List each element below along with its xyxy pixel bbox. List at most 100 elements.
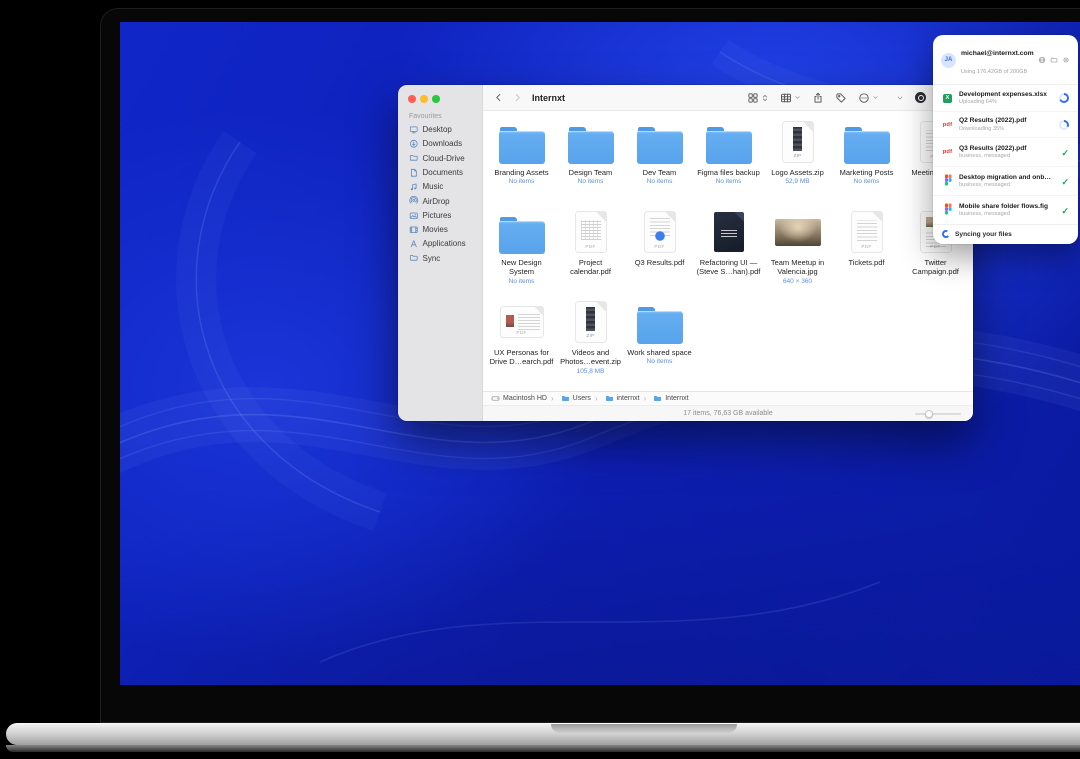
sync-item[interactable]: Q2 Results (2022).pdf Downloading 35% (933, 111, 1078, 137)
file-item[interactable]: Work shared space No items (625, 299, 694, 389)
breadcrumb-separator: › (644, 394, 647, 403)
account-email: michael@internxt.com (961, 50, 1034, 57)
file-name: Logo Assets.zip (765, 168, 830, 177)
sync-status-icon (1058, 172, 1069, 190)
sidebar-item-label: Downloads (423, 139, 463, 148)
more-actions-button[interactable] (858, 92, 879, 104)
gear-icon[interactable] (1062, 56, 1070, 64)
file-name: Figma files backup (696, 168, 761, 177)
sync-item-texts: Desktop migration and onboardi… business… (959, 174, 1052, 189)
window-controls (398, 95, 482, 103)
sidebar-item[interactable]: Movies (398, 222, 482, 236)
breadcrumb-icon (605, 394, 614, 403)
sync-item-texts: Mobile share folder flows.fig business, … (959, 203, 1052, 218)
breadcrumb-item[interactable]: › Macintosh HD (491, 394, 547, 403)
file-item[interactable]: Dev Team No items (625, 119, 694, 209)
sync-item[interactable]: Development expenses.xlsx Uploading 64% (933, 85, 1078, 111)
file-icon (558, 119, 623, 165)
file-item[interactable]: Marketing Posts No items (832, 119, 901, 209)
sidebar-item-label: AirDrop (423, 197, 450, 206)
file-item[interactable]: Team Meetup in Valencia.jpg 640 × 360 (763, 209, 832, 299)
file-item[interactable]: Figma files backup No items (694, 119, 763, 209)
sidebar-item-icon (409, 153, 419, 163)
slider-knob[interactable] (925, 410, 933, 418)
file-item[interactable]: Tickets.pdf (832, 209, 901, 299)
share-button[interactable] (812, 92, 824, 104)
popover-actions (1038, 56, 1070, 64)
file-item[interactable]: Videos and Photos…event.zip 105,8 MB (556, 299, 625, 389)
sidebar-item[interactable]: Pictures (398, 208, 482, 222)
tag-button[interactable] (835, 92, 847, 104)
view-options-button[interactable] (747, 92, 769, 104)
sync-item-status-text: business, messaged (959, 182, 1052, 188)
breadcrumb-item[interactable]: › internxt (591, 394, 640, 403)
sidebar-item[interactable]: AirDrop (398, 194, 482, 208)
breadcrumb-label: internxt (617, 395, 640, 402)
sidebar-item[interactable]: Cloud-Drive (398, 151, 482, 165)
file-item[interactable]: Logo Assets.zip 52,9 MB (763, 119, 832, 209)
laptop-base (6, 723, 1080, 745)
internxt-app-icon[interactable] (915, 92, 926, 103)
internxt-sync-popover: JA michael@internxt.com Using 176.42GB o… (933, 35, 1078, 244)
icon-size-slider[interactable] (915, 413, 961, 415)
zoom-button[interactable] (432, 95, 440, 103)
file-type-icon (942, 146, 953, 158)
finder-main: Internxt (483, 85, 973, 421)
breadcrumb-icon (653, 394, 662, 403)
sync-item[interactable]: Q3 Results (2022).pdf business, messaged (933, 137, 1078, 166)
forward-button[interactable] (512, 92, 523, 103)
file-icon (489, 119, 554, 165)
close-button[interactable] (408, 95, 416, 103)
sidebar-item-label: Pictures (423, 211, 452, 220)
sync-status-icon (1058, 120, 1069, 130)
sync-status-icon (1058, 93, 1069, 103)
file-item[interactable]: New Design System No items (487, 209, 556, 299)
file-item[interactable]: Q3 Results.pdf (625, 209, 694, 299)
file-item[interactable]: UX Personas for Drive D…earch.pdf (487, 299, 556, 389)
sidebar-item[interactable]: Applications (398, 237, 482, 251)
file-name: Q3 Results.pdf (627, 258, 692, 267)
file-icon (627, 209, 692, 255)
sidebar-item[interactable]: Downloads (398, 137, 482, 151)
sync-item[interactable]: Mobile share folder flows.fig business, … (933, 195, 1078, 224)
breadcrumb-item[interactable]: › Internxt (640, 394, 689, 403)
file-item[interactable]: Design Team No items (556, 119, 625, 209)
sync-footer-label: Syncing your files (955, 231, 1012, 238)
file-icon (765, 209, 830, 255)
sidebar-item-label: Music (423, 182, 444, 191)
sync-item-status-text: business, messaged (959, 153, 1052, 159)
file-type-icon (942, 119, 953, 131)
file-name: Marketing Posts (834, 168, 899, 177)
sidebar-item[interactable]: Documents (398, 165, 482, 179)
file-name: Refactoring UI — (Steve S…han).pdf (696, 258, 761, 277)
sync-item[interactable]: Desktop migration and onboardi… business… (933, 166, 1078, 195)
sidebar-item-icon (409, 211, 419, 221)
breadcrumb-separator: › (595, 394, 598, 403)
sidebar-item[interactable]: Sync (398, 251, 482, 265)
back-button[interactable] (493, 92, 504, 103)
file-name: Work shared space (627, 348, 692, 357)
file-name: Design Team (558, 168, 623, 177)
folder-icon[interactable] (1050, 56, 1058, 64)
toolbar-overflow-chevron[interactable] (896, 94, 904, 102)
file-item[interactable]: Refactoring UI — (Steve S…han).pdf (694, 209, 763, 299)
file-name: UX Personas for Drive D…earch.pdf (489, 348, 554, 367)
sync-spinner-icon (940, 228, 951, 239)
grid-view-icon (747, 92, 759, 104)
minimize-button[interactable] (420, 95, 428, 103)
globe-icon[interactable] (1038, 56, 1046, 64)
file-item[interactable]: Branding Assets No items (487, 119, 556, 209)
storage-usage: Using 176.42GB of 200GB (961, 69, 1027, 75)
file-item[interactable]: Project calendar.pdf (556, 209, 625, 299)
breadcrumb-separator: › (551, 394, 554, 403)
file-name: Videos and Photos…event.zip (558, 348, 623, 367)
sync-footer: Syncing your files (933, 224, 1078, 244)
breadcrumb-item[interactable]: › Users (547, 394, 591, 403)
path-bar: › Macintosh HD › Users › internxt › Inte… (483, 391, 973, 405)
sidebar-item[interactable]: Music (398, 180, 482, 194)
sidebar-item[interactable]: Desktop (398, 123, 482, 137)
sidebar-item-label: Documents (423, 168, 463, 177)
sidebar-section-label: Favourites (398, 103, 482, 123)
group-by-button[interactable] (780, 92, 801, 104)
breadcrumb-label: Macintosh HD (503, 395, 547, 402)
